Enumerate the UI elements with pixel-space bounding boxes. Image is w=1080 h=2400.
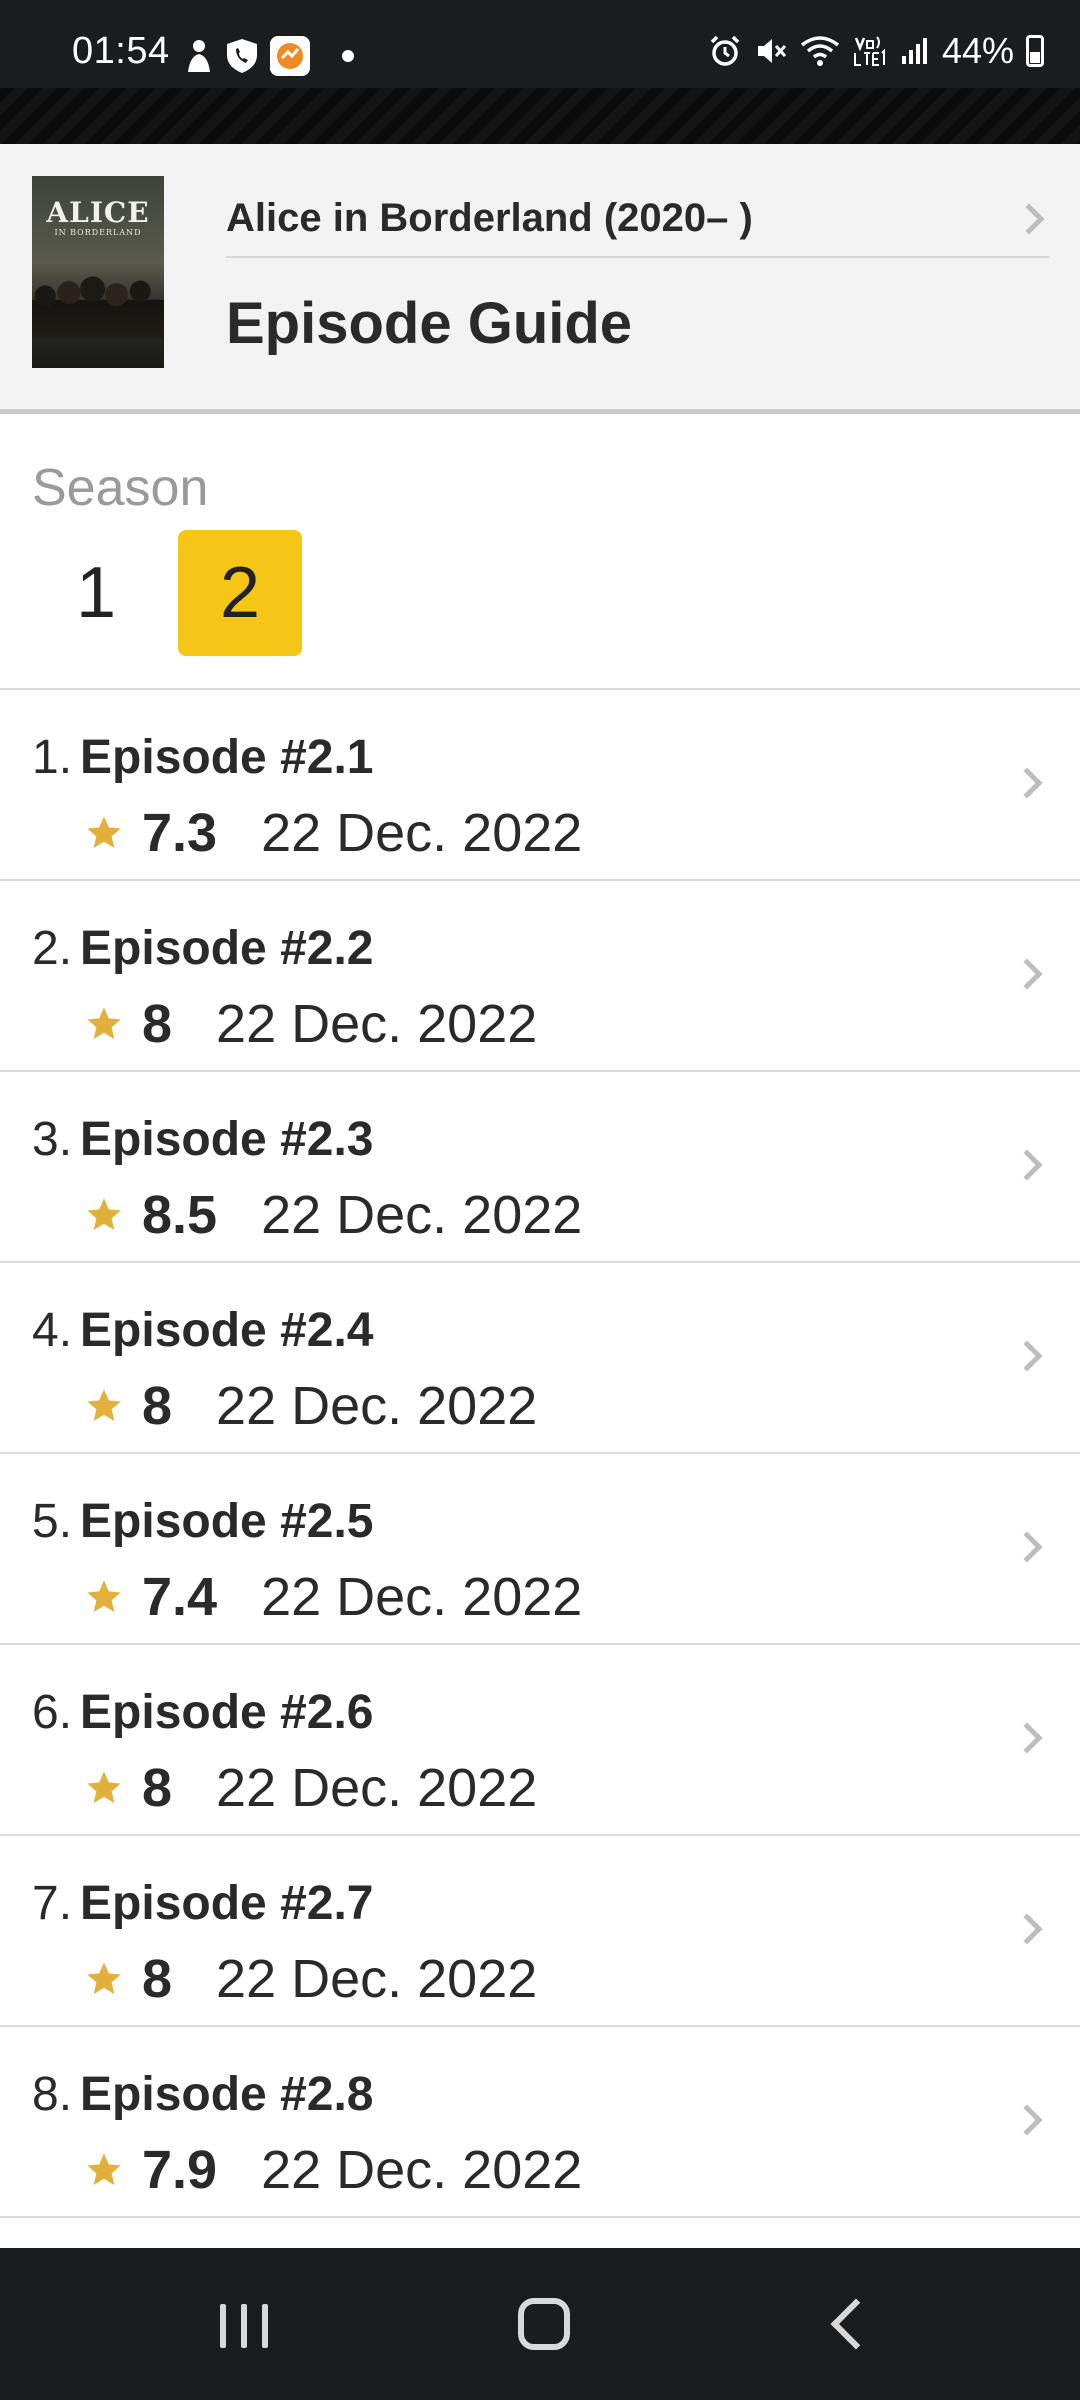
status-time: 01:54 — [72, 30, 170, 72]
episode-number: 1. — [32, 731, 73, 784]
header: ALICE IN BORDERLAND Alice in Borderland … — [0, 144, 1080, 414]
episode-date: 22 Dec. 2022 — [261, 803, 583, 863]
status-right-icons: 44% — [708, 30, 1044, 72]
episode-title: Episode #2.5 — [80, 1495, 374, 1548]
call-shield-icon — [224, 37, 260, 75]
episode-title: Episode #2.8 — [80, 2068, 374, 2121]
episode-number: 5. — [32, 1495, 73, 1548]
episode-number: 8. — [32, 2068, 73, 2121]
show-title-link[interactable]: Alice in Borderland (2020– ) — [226, 172, 1050, 258]
episode-title: Episode #2.6 — [80, 1686, 374, 1739]
star-icon — [87, 1007, 121, 1039]
volte-icon — [852, 34, 888, 68]
episode-date: 22 Dec. 2022 — [261, 1567, 583, 1627]
episode-row[interactable]: 5. Episode #2.5 7.4 22 Dec. 2022 — [0, 1454, 1080, 1645]
poster-logo-title: ALICE — [46, 196, 150, 229]
chevron-right-icon — [1011, 1913, 1043, 1945]
chevron-right-icon — [1011, 1531, 1043, 1563]
chevron-right-icon — [1011, 1340, 1043, 1372]
star-icon — [87, 2153, 121, 2185]
back-icon[interactable] — [830, 2298, 882, 2350]
chevron-right-icon — [1011, 958, 1043, 990]
episode-title: Episode #2.1 — [80, 731, 374, 784]
star-icon — [87, 1771, 121, 1803]
episode-rating: 8 — [142, 1758, 173, 1818]
chevron-right-icon — [1011, 2104, 1043, 2136]
episode-date: 22 Dec. 2022 — [216, 1949, 538, 2009]
episode-rating: 8 — [142, 1376, 173, 1436]
episode-rating: 7.9 — [142, 2140, 218, 2200]
mute-icon — [754, 34, 788, 68]
episode-row[interactable]: 2. Episode #2.2 8 22 Dec. 2022 — [0, 881, 1080, 1072]
poster-logo-subtitle: IN BORDERLAND — [54, 228, 142, 237]
status-left-icons — [184, 36, 354, 76]
battery-percent: 44% — [941, 30, 1014, 71]
star-icon — [87, 1389, 121, 1421]
chevron-right-icon — [1011, 1149, 1043, 1181]
star-icon — [87, 1198, 121, 1230]
star-icon — [87, 1962, 121, 1994]
episode-list: 1. Episode #2.1 7.3 22 Dec. 2022 2. Episode… — [0, 690, 1080, 2218]
episode-rating: 8.5 — [142, 1185, 218, 1245]
alarm-icon — [708, 34, 742, 68]
episode-rating: 8 — [142, 994, 173, 1054]
episode-number: 4. — [32, 1304, 73, 1357]
episode-title: Episode #2.4 — [80, 1304, 374, 1357]
season-2-button[interactable]: 2 — [178, 530, 302, 656]
episode-row[interactable]: 8. Episode #2.8 7.9 22 Dec. 2022 — [0, 2027, 1080, 2218]
battery-icon — [1026, 35, 1044, 67]
app-badge-icon — [270, 36, 310, 76]
person-icon — [184, 38, 214, 74]
episode-date: 22 Dec. 2022 — [216, 1758, 538, 1818]
home-icon[interactable] — [518, 2298, 570, 2350]
episode-date: 22 Dec. 2022 — [261, 1185, 583, 1245]
episode-row[interactable]: 6. Episode #2.6 8 22 Dec. 2022 — [0, 1645, 1080, 1836]
episode-number: 3. — [32, 1113, 73, 1166]
show-title: Alice in Borderland (2020– ) — [226, 196, 753, 240]
poster-image — [32, 268, 164, 338]
star-icon — [87, 816, 121, 848]
episode-date: 22 Dec. 2022 — [261, 2140, 583, 2200]
status-strip — [0, 88, 1080, 144]
episode-rating: 7.4 — [142, 1567, 218, 1627]
notification-dot — [342, 50, 354, 62]
episode-rating: 8 — [142, 1949, 173, 2009]
season-label: Season — [32, 459, 209, 517]
show-poster[interactable]: ALICE IN BORDERLAND — [32, 176, 164, 368]
episode-number: 2. — [32, 922, 73, 975]
episode-rating: 7.3 — [142, 803, 218, 863]
episode-title: Episode #2.2 — [80, 922, 374, 975]
chevron-right-icon — [1011, 767, 1043, 799]
navigation-bar — [0, 2248, 1080, 2400]
season-selector: Season 1 2 — [0, 414, 1080, 690]
episode-row[interactable]: 4. Episode #2.4 8 22 Dec. 2022 — [0, 1263, 1080, 1454]
star-icon — [87, 1580, 121, 1612]
status-bar: 01:54 44% — [0, 0, 1080, 88]
episode-number: 6. — [32, 1686, 73, 1739]
chevron-right-icon — [1011, 1722, 1043, 1754]
season-1-button[interactable]: 1 — [34, 530, 158, 656]
episode-row[interactable]: 1. Episode #2.1 7.3 22 Dec. 2022 — [0, 690, 1080, 881]
episode-title: Episode #2.7 — [80, 1877, 374, 1930]
wifi-icon — [800, 35, 840, 67]
episode-row[interactable]: 7. Episode #2.7 8 22 Dec. 2022 — [0, 1836, 1080, 2027]
chevron-right-icon — [1013, 203, 1045, 235]
episode-number: 7. — [32, 1877, 73, 1930]
recents-icon[interactable] — [220, 2304, 268, 2348]
signal-icon — [900, 36, 930, 66]
episode-row[interactable]: 3. Episode #2.3 8.5 22 Dec. 2022 — [0, 1072, 1080, 1263]
page-title: Episode Guide — [226, 291, 633, 356]
episode-title: Episode #2.3 — [80, 1113, 374, 1166]
episode-date: 22 Dec. 2022 — [216, 1376, 538, 1436]
episode-date: 22 Dec. 2022 — [216, 994, 538, 1054]
